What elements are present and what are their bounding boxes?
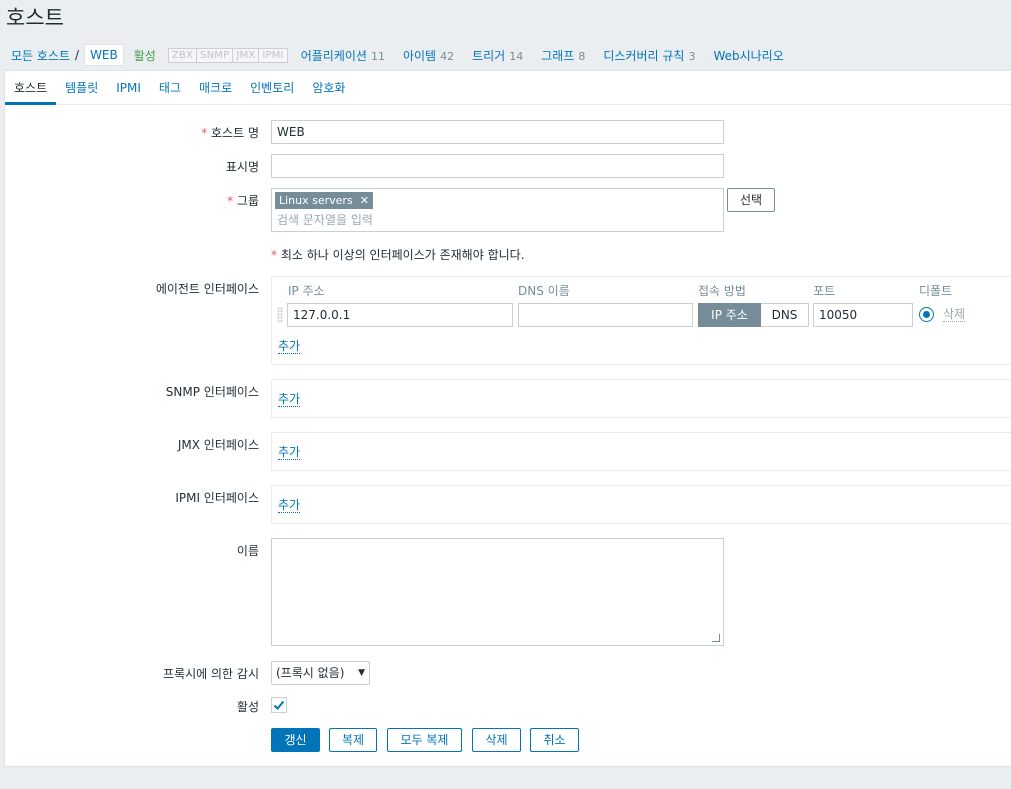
host-name-input[interactable]: WEB [271, 120, 724, 144]
breadcrumb-separator: / [75, 48, 80, 62]
cancel-button[interactable]: 취소 [530, 728, 579, 752]
interface-note: 최소 하나 이상의 인터페이스가 존재해야 합니다. [271, 246, 525, 263]
tab-inventory[interactable]: 인벤토리 [241, 71, 303, 104]
availability-zbx: ZBX [167, 47, 198, 63]
add-jmx-interface-link[interactable]: 추가 [278, 445, 301, 460]
connect-to-header: 접속 방법 [698, 284, 746, 298]
tab-macros[interactable]: 매크로 [190, 71, 241, 104]
breadcrumb-applications[interactable]: 어플리케이션 11 [301, 47, 385, 64]
check-icon [273, 700, 285, 710]
clone-button[interactable]: 복제 [329, 728, 377, 752]
enabled-checkbox[interactable] [271, 697, 287, 713]
host-name-label: 호스트 명 [201, 124, 259, 141]
agent-interfaces-label: 에이전트 인터페이스 [155, 282, 259, 296]
breadcrumb-items[interactable]: 아이템 42 [403, 47, 454, 64]
breadcrumb-graphs-label: 그래프 [541, 48, 575, 63]
breadcrumb-discovery-rules[interactable]: 디스커버리 규칙 3 [603, 47, 695, 64]
tab-tags[interactable]: 태그 [150, 71, 190, 104]
update-button[interactable]: 갱신 [271, 728, 320, 752]
ipmi-interfaces-label: IPMI 인터페이스 [175, 491, 259, 505]
agent-dns-input[interactable] [518, 303, 693, 327]
breadcrumb-applications-label: 어플리케이션 [300, 48, 367, 63]
availability-jmx: JMX [232, 47, 260, 63]
dns-name-header: DNS 이름 [518, 284, 570, 298]
jmx-interfaces-box: 추가 [271, 432, 1011, 471]
resize-grip-icon[interactable] [712, 634, 720, 642]
breadcrumb-web-scenarios[interactable]: Web시나리오 [713, 47, 783, 64]
breadcrumb-applications-count: 11 [370, 49, 385, 63]
breadcrumb: 모든 호스트 / WEB 활성 ZBX SNMP JMX IPMI 어플리케이션… [0, 40, 802, 70]
snmp-interfaces-label: SNMP 인터페이스 [165, 385, 259, 399]
chevron-down-icon: ▼ [358, 668, 365, 678]
breadcrumb-graphs-count: 8 [578, 49, 586, 63]
breadcrumb-triggers[interactable]: 트리거 14 [472, 47, 523, 64]
visible-name-input[interactable] [271, 154, 724, 178]
breadcrumb-current-host[interactable]: WEB [84, 44, 124, 66]
breadcrumb-web-label: Web시나리오 [713, 48, 784, 63]
connect-to-toggle: IP 주소 DNS [698, 303, 809, 327]
breadcrumb-graphs[interactable]: 그래프 8 [541, 47, 585, 64]
agent-port-input[interactable]: 10050 [813, 303, 913, 327]
add-snmp-interface-link[interactable]: 추가 [278, 392, 301, 407]
connect-ip-button[interactable]: IP 주소 [698, 303, 761, 327]
snmp-interfaces-box: 추가 [271, 379, 1011, 418]
availability-indicators: ZBX SNMP JMX IPMI [167, 47, 288, 63]
breadcrumb-items-count: 42 [440, 49, 455, 63]
description-textarea[interactable] [271, 538, 724, 646]
breadcrumb-discovery-count: 3 [688, 49, 696, 63]
agent-ip-input[interactable]: 127.0.0.1 [287, 303, 513, 327]
group-chip: Linux servers ✕ [275, 192, 373, 209]
port-header: 포트 [813, 284, 836, 298]
add-ipmi-interface-link[interactable]: 추가 [278, 498, 301, 513]
proxy-select-value: (프록시 없음) [276, 666, 345, 680]
visible-name-label: 표시명 [225, 160, 259, 174]
tab-ipmi[interactable]: IPMI [107, 71, 150, 104]
enabled-label: 활성 [236, 700, 259, 714]
availability-ipmi: IPMI [258, 47, 288, 63]
add-agent-interface-link[interactable]: 추가 [278, 339, 301, 354]
groups-multiselect[interactable]: Linux servers ✕ 검색 문자열을 입력 [271, 188, 724, 232]
tab-encryption[interactable]: 암호화 [303, 71, 354, 104]
breadcrumb-triggers-label: 트리거 [472, 48, 506, 63]
breadcrumb-discovery-label: 디스커버리 규칙 [603, 48, 685, 63]
description-label: 이름 [236, 544, 259, 558]
agent-interfaces-box: IP 주소 DNS 이름 접속 방법 포트 디폴트 127.0.0.1 IP 주… [271, 276, 1011, 365]
ip-address-header: IP 주소 [288, 284, 325, 298]
full-clone-button[interactable]: 모두 복제 [387, 728, 462, 752]
default-header: 디폴트 [919, 284, 953, 298]
remove-interface-link[interactable]: 삭제 [943, 307, 966, 322]
tab-templates[interactable]: 템플릿 [56, 71, 107, 104]
groups-search-input[interactable]: 검색 문자열을 입력 [277, 211, 373, 228]
status-badge: 활성 [133, 48, 156, 63]
tab-bar: 호스트 템플릿 IPMI 태그 매크로 인벤토리 암호화 [5, 71, 1011, 105]
breadcrumb-triggers-count: 14 [509, 49, 524, 63]
host-form-card: 호스트 템플릿 IPMI 태그 매크로 인벤토리 암호화 호스트 명 WEB 표… [4, 70, 1011, 767]
breadcrumb-items-label: 아이템 [402, 48, 437, 63]
jmx-interfaces-label: JMX 인터페이스 [177, 438, 259, 452]
connect-dns-button[interactable]: DNS [761, 303, 809, 327]
breadcrumb-all-hosts[interactable]: 모든 호스트 [11, 47, 70, 64]
default-radio[interactable] [919, 307, 934, 322]
group-chip-label: Linux servers [279, 194, 353, 207]
groups-label: 그룹 [227, 192, 259, 209]
proxy-select[interactable]: (프록시 없음) ▼ [271, 661, 370, 685]
ipmi-interfaces-box: 추가 [271, 485, 1011, 524]
tab-host[interactable]: 호스트 [5, 71, 57, 105]
close-icon[interactable]: ✕ [360, 194, 369, 207]
page-title: 호스트 [6, 6, 64, 30]
availability-snmp: SNMP [196, 47, 234, 63]
proxy-label: 프록시에 의한 감시 [163, 667, 259, 681]
select-button[interactable]: 선택 [727, 188, 775, 212]
delete-button[interactable]: 삭제 [472, 728, 521, 752]
drag-handle-icon[interactable] [277, 307, 283, 323]
